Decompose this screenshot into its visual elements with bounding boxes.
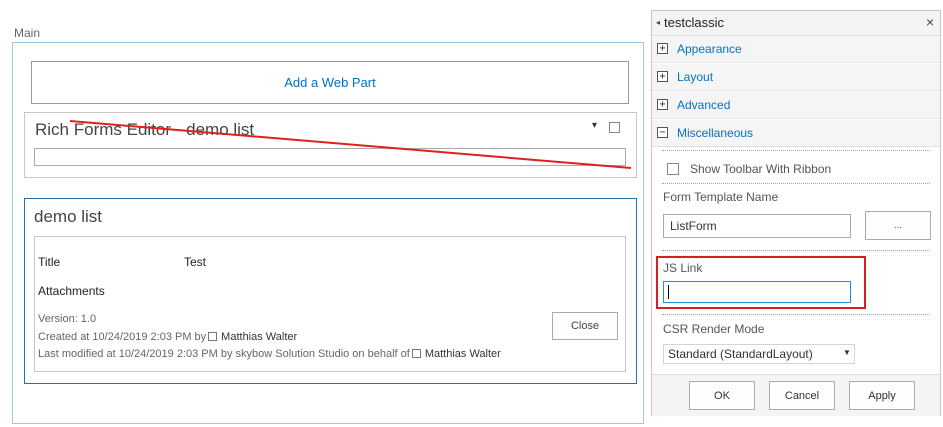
field-label-attachments: Attachments (38, 284, 105, 298)
section-label[interactable]: Appearance (677, 42, 742, 56)
created-prefix: Created at 10/24/2019 2:03 PM by (38, 331, 207, 343)
version-text: Version: 1.0 (38, 313, 97, 325)
divider (662, 250, 930, 251)
modified-prefix: Last modified at 10/24/2019 2:03 PM by s… (38, 348, 410, 360)
section-miscellaneous[interactable]: − Miscellaneous (652, 120, 940, 147)
section-label[interactable]: Advanced (677, 98, 730, 112)
modified-info: Last modified at 10/24/2019 2:03 PM by s… (38, 348, 501, 360)
presence-icon (208, 332, 218, 341)
tool-pane-title: testclassic (664, 15, 724, 30)
divider (662, 314, 930, 315)
strikethrough-annotation (70, 120, 632, 169)
section-layout[interactable]: + Layout (652, 64, 940, 91)
presence-icon (411, 349, 421, 358)
ok-button[interactable]: OK (689, 381, 755, 410)
collapse-icon[interactable]: − (657, 127, 668, 138)
form-template-label: Form Template Name (663, 190, 779, 204)
form-template-input[interactable]: ListForm (663, 214, 851, 238)
webpart-title: demo list (34, 207, 103, 226)
close-icon[interactable]: × (926, 14, 934, 30)
close-button[interactable]: Close (552, 312, 618, 340)
expand-icon[interactable]: + (657, 71, 668, 82)
expand-icon[interactable]: + (657, 99, 668, 110)
browse-button[interactable]: ... (865, 211, 931, 240)
csr-render-mode-select[interactable]: Standard (StandardLayout) (663, 344, 855, 364)
divider (662, 150, 930, 151)
zone-title: Main (14, 26, 41, 40)
expand-icon[interactable]: + (657, 43, 668, 54)
show-toolbar-label: Show Toolbar With Ribbon (690, 162, 832, 176)
section-label[interactable]: Miscellaneous (677, 126, 753, 140)
cancel-button[interactable]: Cancel (769, 381, 835, 410)
apply-button[interactable]: Apply (849, 381, 915, 410)
show-toolbar-checkbox[interactable] (667, 163, 679, 175)
dropdown-arrow-icon[interactable]: ▼ (843, 348, 851, 357)
csr-render-mode-label: CSR Render Mode (663, 322, 765, 336)
created-info: Created at 10/24/2019 2:03 PM by Matthias… (38, 331, 297, 343)
js-link-label: JS Link (663, 261, 703, 275)
add-web-part-button[interactable]: Add a Web Part (31, 61, 629, 104)
field-value-title: Test (184, 255, 207, 269)
divider (662, 183, 930, 184)
section-appearance[interactable]: + Appearance (652, 36, 940, 63)
field-label-title: Title (38, 255, 61, 269)
modified-by-user[interactable]: Matthias Walter (425, 348, 501, 360)
section-label[interactable]: Layout (677, 70, 713, 84)
text-caret (668, 285, 669, 299)
section-advanced[interactable]: + Advanced (652, 92, 940, 119)
created-by-user[interactable]: Matthias Walter (221, 331, 297, 343)
collapse-arrow-icon[interactable]: ◂ (656, 18, 660, 27)
js-link-input[interactable] (663, 281, 851, 303)
